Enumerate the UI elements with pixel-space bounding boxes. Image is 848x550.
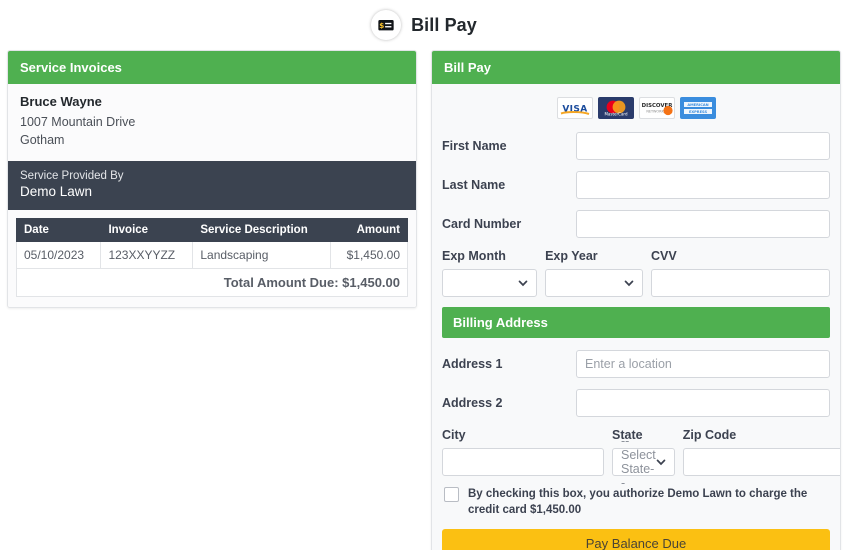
state-select[interactable]: --Select State-- — [612, 434, 675, 490]
service-invoices-column: Service Invoices Bruce Wayne 1007 Mounta… — [7, 50, 417, 309]
service-invoices-panel: Service Invoices Bruce Wayne 1007 Mounta… — [7, 50, 417, 309]
cell-date: 05/10/2023 — [15, 241, 102, 270]
cell-invoice: 123XXYYZZ — [100, 241, 194, 270]
column-header-date: Date — [15, 218, 102, 243]
discover-icon: DISCOVER NETWORK — [638, 97, 675, 119]
table-row: 05/10/2023 123XXYYZZ Landscaping $1,450.… — [15, 241, 408, 270]
address2-input[interactable] — [576, 389, 830, 417]
authorization-text: By checking this box, you authorize Demo… — [468, 488, 808, 517]
first-name-input[interactable] — [576, 132, 830, 160]
city-label: City — [442, 428, 466, 442]
address2-row: Address 2 — [442, 389, 830, 417]
exp-month-label: Exp Month — [442, 249, 506, 263]
card-number-row: Card Number — [442, 210, 830, 238]
bill-pay-panel: Bill Pay VISA MasterCard DISCOVER NETWOR… — [431, 50, 841, 550]
state-field: State --Select State-- — [612, 428, 675, 490]
exp-year-label: Exp Year — [545, 249, 598, 263]
page-header: $ Bill Pay — [0, 0, 848, 50]
cvv-label: CVV — [651, 249, 677, 263]
svg-text:MasterCard: MasterCard — [604, 112, 627, 117]
exp-month-select[interactable] — [442, 269, 538, 297]
total-row: Total Amount Due: $1,450.00 — [16, 268, 408, 298]
chevron-down-icon — [518, 280, 528, 287]
service-invoices-header: Service Invoices — [8, 51, 416, 84]
last-name-input[interactable] — [576, 171, 830, 199]
first-name-label: First Name — [442, 139, 507, 153]
invoices-table-wrap: Date Invoice Service Description Amount … — [8, 210, 416, 308]
cvv-field: CVV — [651, 249, 830, 297]
invoices-header-row: Date Invoice Service Description Amount — [15, 218, 408, 243]
cell-amount: $1,450.00 — [330, 241, 408, 270]
card-number-input[interactable] — [576, 210, 830, 238]
zip-field: Zip Code — [682, 428, 840, 476]
exp-year-select[interactable] — [545, 269, 643, 297]
address1-input[interactable] — [576, 350, 830, 378]
svg-text:NETWORK: NETWORK — [646, 109, 664, 113]
exp-year-field: Exp Year — [545, 249, 643, 297]
bill-pay-header: Bill Pay — [432, 51, 840, 84]
customer-address-line: 1007 Mountain Drive — [20, 115, 136, 129]
column-header-service-description: Service Description — [192, 218, 332, 243]
first-name-row: First Name — [442, 132, 830, 160]
authorization-checkbox[interactable] — [444, 487, 459, 502]
main-columns: Service Invoices Bruce Wayne 1007 Mounta… — [0, 50, 848, 550]
total-amount-due: Total Amount Due: $1,450.00 — [16, 268, 408, 298]
address1-label: Address 1 — [442, 357, 503, 371]
card-number-label: Card Number — [442, 217, 522, 231]
column-header-amount: Amount — [330, 218, 408, 243]
zip-code-input[interactable] — [682, 448, 840, 476]
customer-name: Bruce Wayne — [20, 94, 102, 109]
chevron-down-icon — [624, 280, 634, 287]
address2-label: Address 2 — [442, 396, 503, 410]
city-state-zip-row: City State --Select State-- Zip Code — [442, 428, 840, 490]
city-input[interactable] — [442, 448, 604, 476]
last-name-row: Last Name — [442, 171, 830, 199]
pay-balance-due-button[interactable]: Pay Balance Due — [442, 528, 830, 550]
authorization-row: By checking this box, you authorize Demo… — [444, 486, 830, 519]
expiry-cvv-row: Exp Month Exp Year CVV — [442, 249, 830, 297]
svg-text:EXPRESS: EXPRESS — [688, 110, 707, 114]
last-name-label: Last Name — [442, 178, 506, 192]
money-check-icon: $ — [371, 10, 402, 40]
exp-month-field: Exp Month — [442, 249, 538, 297]
address1-row: Address 1 — [442, 350, 830, 378]
column-header-invoice: Invoice — [100, 218, 194, 243]
bill-pay-column: Bill Pay VISA MasterCard DISCOVER NETWOR… — [431, 50, 841, 550]
svg-text:AMERICAN: AMERICAN — [687, 103, 708, 107]
city-field: City — [442, 428, 604, 476]
service-provider-label: Service Provided By — [20, 170, 124, 183]
cell-description: Landscaping — [192, 241, 332, 270]
bill-pay-body: VISA MasterCard DISCOVER NETWORK AMERICA… — [432, 84, 840, 550]
page-title: Bill Pay — [411, 14, 477, 35]
service-provider-block: Service Provided By Demo Lawn — [8, 161, 416, 211]
service-provider-name: Demo Lawn — [20, 184, 93, 200]
billing-address-header: Billing Address — [442, 307, 830, 338]
invoices-table: Date Invoice Service Description Amount … — [15, 218, 408, 298]
customer-block: Bruce Wayne 1007 Mountain Drive Gotham — [8, 84, 416, 162]
visa-icon: VISA — [556, 97, 593, 119]
chevron-down-icon — [656, 459, 666, 466]
customer-city-line: Gotham — [20, 133, 65, 148]
accepted-cards-row: VISA MasterCard DISCOVER NETWORK AMERICA… — [442, 97, 830, 119]
svg-text:$: $ — [379, 21, 384, 30]
amex-icon: AMERICAN EXPRESS — [679, 97, 716, 119]
mastercard-icon: MasterCard — [597, 97, 634, 119]
state-value: --Select State-- — [621, 434, 656, 490]
zip-code-label: Zip Code — [682, 428, 737, 442]
cvv-input[interactable] — [651, 269, 830, 297]
